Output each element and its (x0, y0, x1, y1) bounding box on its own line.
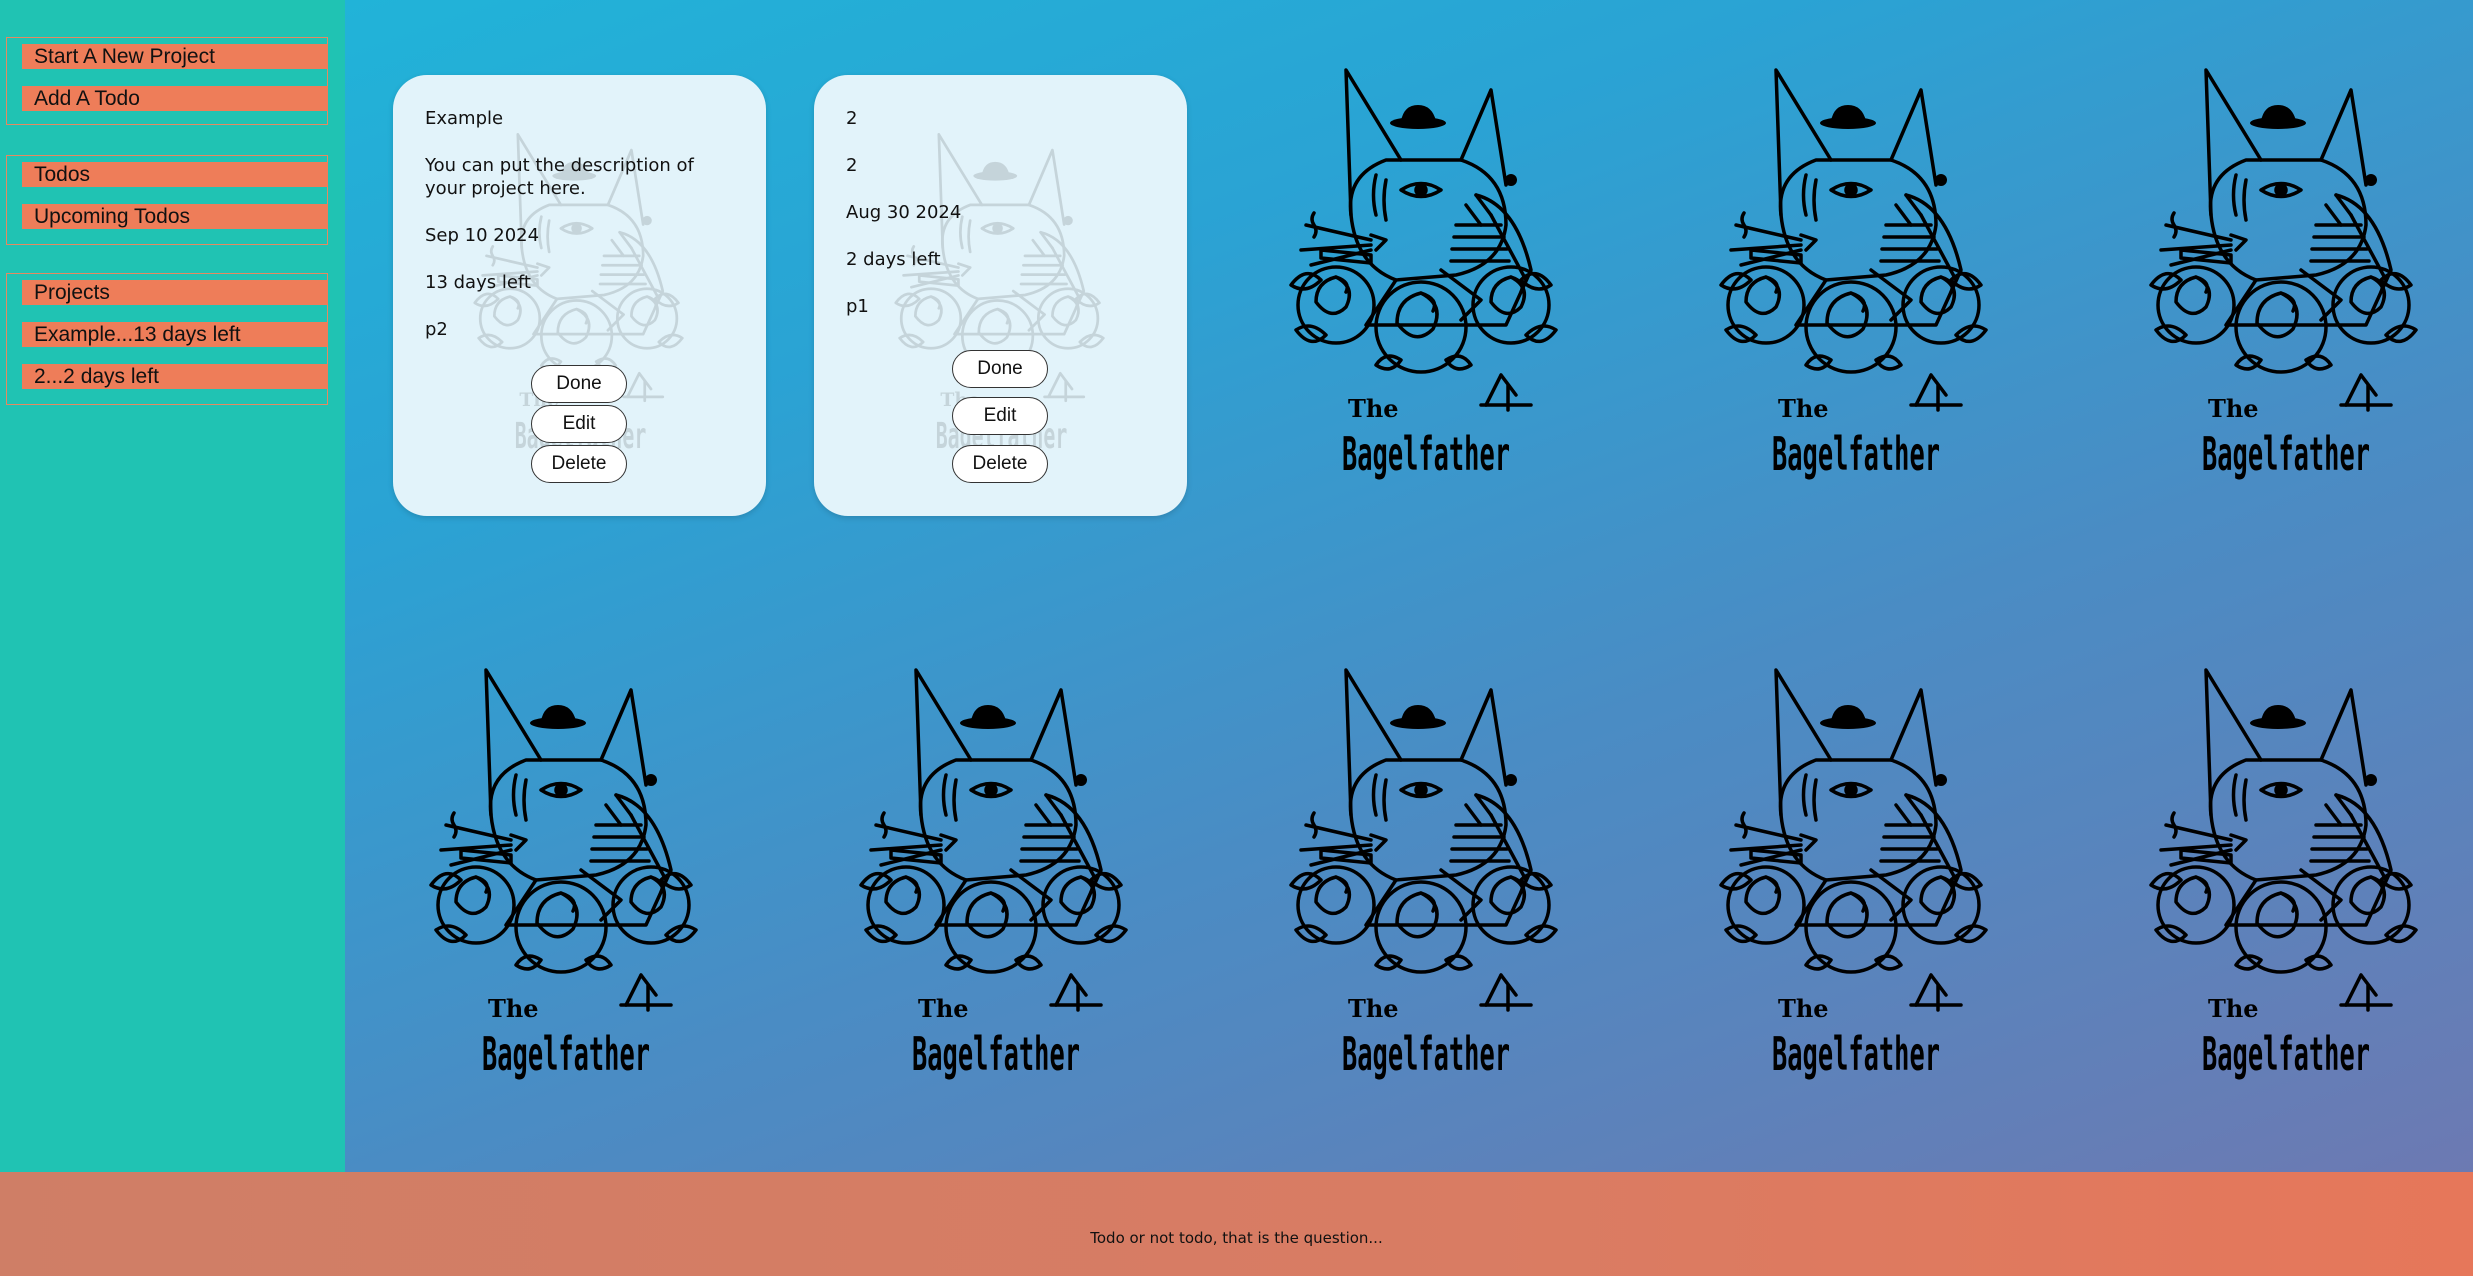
footer-tagline: Todo or not todo, that is the question..… (1090, 1229, 1383, 1247)
project-card: Example You can put the description of y… (393, 75, 766, 516)
delete-button[interactable]: Delete (531, 445, 627, 483)
bagelfather-artwork (416, 665, 716, 1085)
delete-button[interactable]: Delete (952, 445, 1048, 483)
start-new-project-button[interactable]: Start A New Project (22, 44, 328, 69)
bagelfather-artwork (1276, 665, 1576, 1085)
project-priority: p1 (846, 296, 869, 317)
bagelfather-artwork (1706, 65, 2006, 485)
bagelfather-artwork (2136, 665, 2436, 1085)
done-button[interactable]: Done (952, 350, 1048, 388)
project-description: 2 (846, 155, 858, 176)
project-days-left: 2 days left (846, 249, 941, 270)
project-description: You can put the description of your proj… (425, 155, 694, 199)
projects-button[interactable]: Projects (22, 280, 328, 305)
project-due-date: Sep 10 2024 (425, 225, 540, 246)
project-link-2[interactable]: 2...2 days left (22, 364, 328, 389)
upcoming-todos-button[interactable]: Upcoming Todos (22, 204, 328, 229)
project-card: 2 2 Aug 30 2024 2 days left p1 Done Edit… (814, 75, 1187, 516)
bagelfather-artwork (1706, 665, 2006, 1085)
project-title: Example (425, 108, 504, 129)
project-priority: p2 (425, 319, 448, 340)
add-todo-button[interactable]: Add A Todo (22, 86, 328, 111)
edit-button[interactable]: Edit (952, 397, 1048, 435)
bagelfather-artwork (846, 665, 1146, 1085)
edit-button[interactable]: Edit (531, 405, 627, 443)
sidebar: Start A New Project Add A Todo Todos Upc… (0, 0, 345, 1172)
project-due-date: Aug 30 2024 (846, 202, 962, 223)
project-link-example[interactable]: Example...13 days left (22, 322, 328, 347)
project-days-left: 13 days left (425, 272, 531, 293)
todos-button[interactable]: Todos (22, 162, 328, 187)
project-title: 2 (846, 108, 858, 129)
footer: Todo or not todo, that is the question..… (0, 1172, 2473, 1276)
done-button[interactable]: Done (531, 365, 627, 403)
bagelfather-artwork (2136, 65, 2436, 485)
bagelfather-artwork (1276, 65, 1576, 485)
